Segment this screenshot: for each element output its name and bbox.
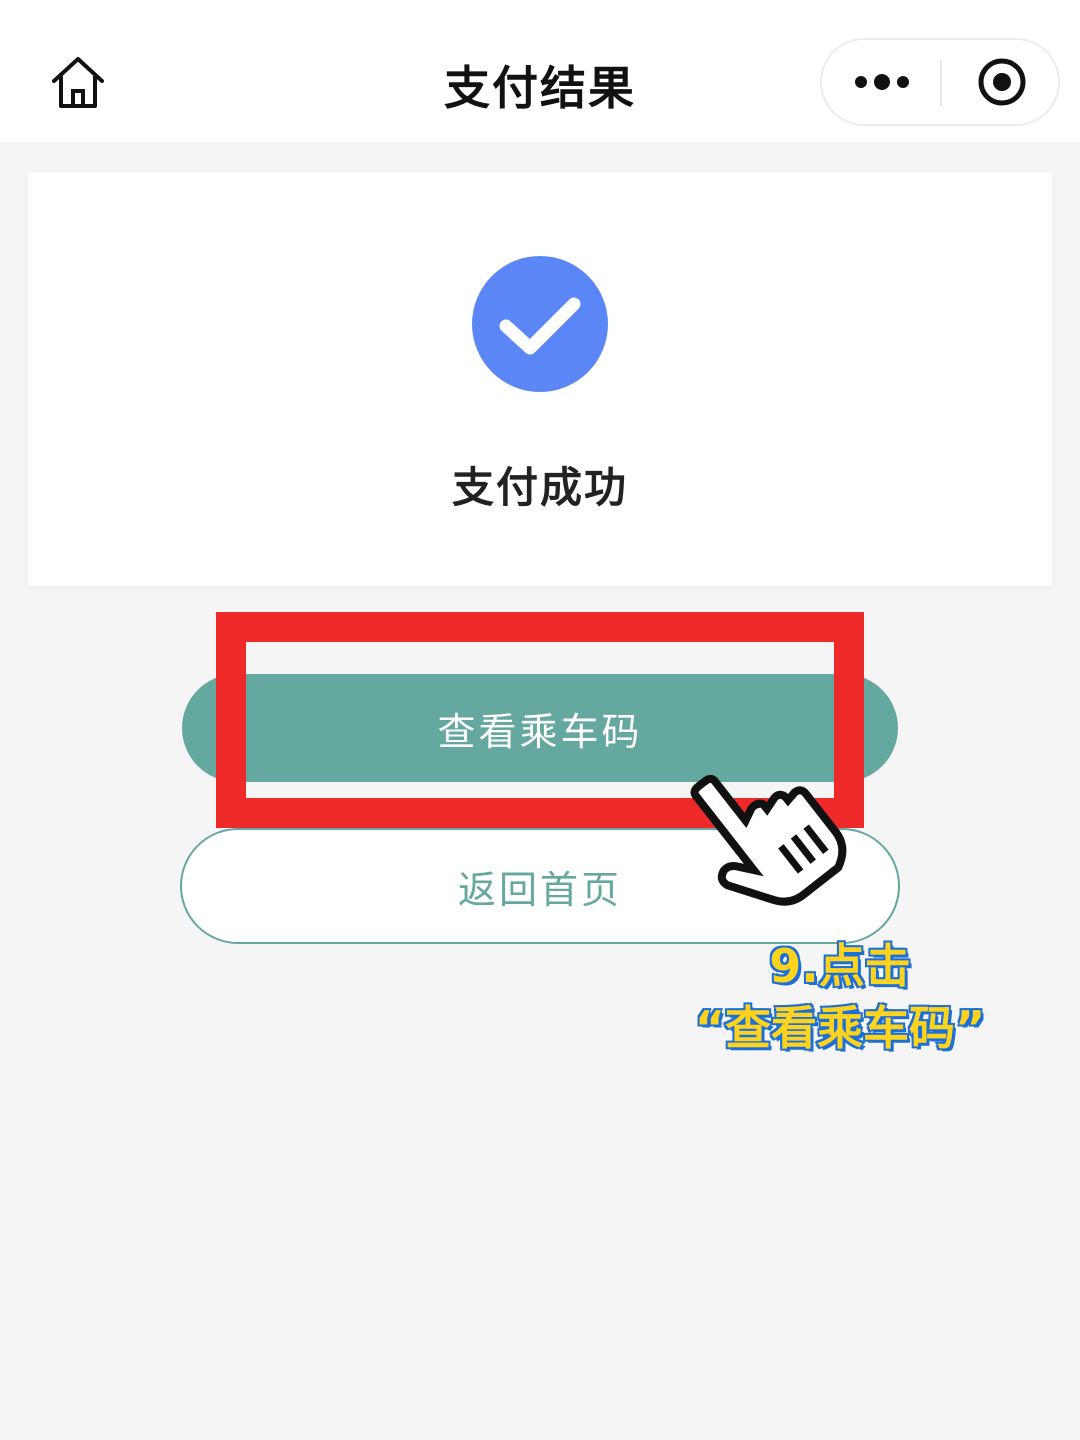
pointing-hand-icon (690, 774, 847, 906)
target-circle-icon (978, 58, 1026, 106)
close-button[interactable] (944, 40, 1060, 124)
capsule-divider (940, 60, 942, 106)
annotation-target: “查看乘车码” (693, 1000, 986, 1057)
navigation-bar: 支付结果 (0, 0, 1080, 142)
check-circle-icon (472, 256, 608, 392)
more-button[interactable] (822, 40, 942, 124)
payment-status: 支付成功 (451, 463, 628, 512)
more-dots-icon (855, 74, 909, 90)
annotation-step: 9.点击 (768, 938, 912, 995)
result-card: 支付成功 (28, 172, 1052, 586)
miniprogram-capsule (820, 38, 1060, 126)
step-annotation: 9.点击 “查看乘车码” (640, 936, 1040, 1060)
